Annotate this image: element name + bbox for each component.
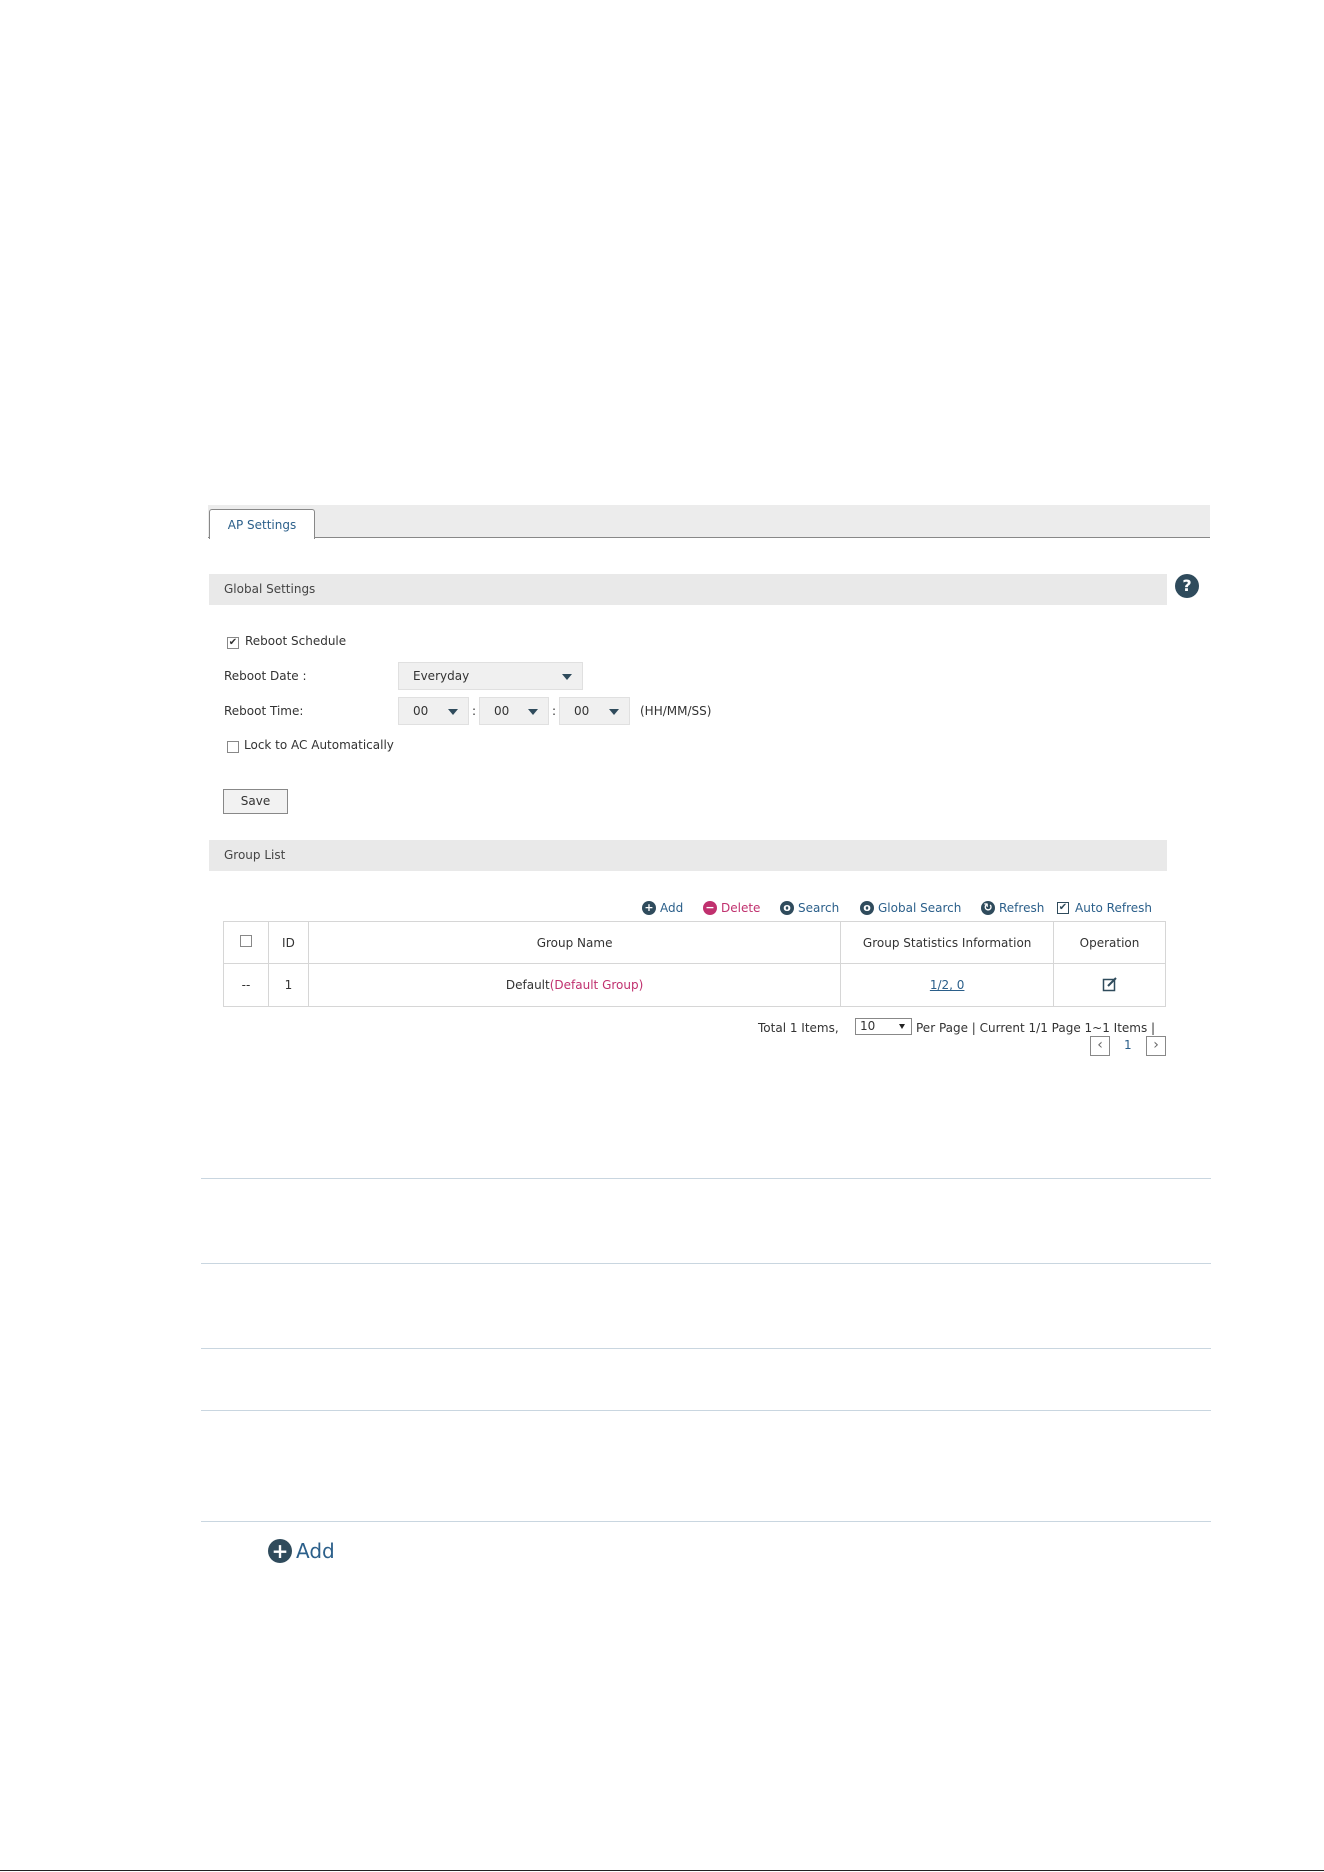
reboot-time-second-select[interactable]: 00	[559, 697, 630, 725]
row-group-name-cell: Default(Default Group)	[307, 963, 842, 1007]
global-search-icon: o	[860, 901, 874, 915]
search-button[interactable]: o Search	[780, 899, 839, 917]
reboot-time-minute-select[interactable]: 00	[479, 697, 549, 725]
reboot-time-minute-value: 00	[494, 704, 510, 718]
table-row: -- 1 Default(Default Group) 1/2, 0	[223, 963, 1166, 1007]
column-header-operation: Operation	[1053, 921, 1166, 964]
lock-to-ac-checkbox[interactable]	[227, 741, 239, 753]
reboot-date-label: Reboot Date :	[224, 669, 307, 683]
add-button[interactable]: + Add	[642, 899, 683, 917]
lock-to-ac-label: Lock to AC Automatically	[244, 738, 394, 752]
refresh-icon: ↻	[981, 901, 995, 915]
reboot-time-label: Reboot Time:	[224, 704, 304, 718]
add-large-label: Add	[296, 1539, 335, 1563]
reboot-date-select[interactable]: Everyday	[398, 662, 583, 690]
group-name: Default	[505, 978, 550, 992]
add-label: Add	[660, 901, 684, 915]
divider	[201, 1410, 1211, 1411]
chevron-down-icon	[448, 709, 458, 715]
edit-icon[interactable]	[1102, 976, 1118, 992]
group-stats-link[interactable]: 1/2, 0	[930, 978, 965, 992]
search-label: Search	[798, 901, 840, 915]
divider	[201, 1178, 1211, 1179]
plus-icon: +	[642, 901, 656, 915]
reboot-time-hour-select[interactable]: 00	[398, 697, 469, 725]
reboot-date-value: Everyday	[413, 669, 470, 683]
delete-button[interactable]: − Delete	[703, 899, 760, 917]
refresh-label: Refresh	[999, 901, 1045, 915]
row-stats-cell: 1/2, 0	[840, 963, 1055, 1007]
plus-icon: +	[268, 1539, 292, 1563]
tab-bar	[208, 505, 1210, 538]
chevron-down-icon	[609, 709, 619, 715]
search-icon: o	[780, 901, 794, 915]
reboot-time-second-value: 00	[574, 704, 590, 718]
auto-refresh-label: Auto Refresh	[1075, 901, 1152, 915]
reboot-schedule-label: Reboot Schedule	[245, 634, 347, 648]
prev-page-icon[interactable]: ‹	[1090, 1036, 1110, 1056]
chevron-down-icon	[562, 674, 572, 680]
save-button[interactable]: Save	[223, 789, 288, 814]
tab-ap-settings[interactable]: AP Settings	[209, 509, 315, 539]
help-icon[interactable]: ?	[1175, 574, 1199, 598]
current-page-number[interactable]: 1	[1124, 1038, 1132, 1052]
delete-label: Delete	[721, 901, 761, 915]
page-size-value: 10	[860, 1019, 876, 1033]
reboot-schedule-checkbox[interactable]: ✔	[227, 637, 239, 649]
select-all-checkbox[interactable]	[239, 935, 252, 947]
time-format-hint: (HH/MM/SS)	[640, 704, 712, 718]
divider	[201, 1521, 1211, 1522]
auto-refresh-checkbox[interactable]: ✔	[1057, 902, 1069, 914]
global-search-label: Global Search	[878, 901, 962, 915]
group-table: ID Group Name Group Statistics Informati…	[223, 921, 1166, 1007]
next-page-icon[interactable]: ›	[1146, 1036, 1166, 1056]
auto-refresh-toggle[interactable]: ✔ Auto Refresh	[1057, 899, 1152, 917]
chevron-down-icon	[899, 1024, 905, 1029]
time-separator: :	[472, 704, 477, 718]
global-settings-header: Global Settings	[209, 574, 1167, 605]
pager-total: Total 1 Items,	[758, 1021, 839, 1035]
row-operation-cell	[1053, 963, 1166, 1007]
reboot-time-hour-value: 00	[413, 704, 429, 718]
divider	[201, 1263, 1211, 1264]
chevron-down-icon	[528, 709, 538, 715]
group-list-header: Group List	[209, 840, 1167, 871]
column-header-group-name[interactable]: Group Name	[307, 921, 842, 964]
minus-icon: −	[703, 901, 717, 915]
table-header-row: ID Group Name Group Statistics Informati…	[223, 921, 1166, 964]
divider	[201, 1348, 1211, 1349]
refresh-button[interactable]: ↻ Refresh	[981, 899, 1044, 917]
page-bottom-line	[0, 1870, 1324, 1871]
page-size-select[interactable]: 10	[855, 1018, 912, 1035]
row-select-cell: --	[223, 963, 269, 1007]
pager-info: Per Page | Current 1/1 Page 1~1 Items |	[916, 1021, 1156, 1035]
column-header-group-stats[interactable]: Group Statistics Information	[840, 921, 1055, 964]
group-name-suffix: (Default Group)	[549, 978, 644, 992]
add-button-large[interactable]: + Add	[268, 1537, 335, 1565]
column-header-id[interactable]: ID	[267, 921, 309, 964]
time-separator: :	[552, 704, 557, 718]
global-search-button[interactable]: o Global Search	[860, 899, 961, 917]
row-id-cell: 1	[267, 963, 309, 1007]
select-all-cell	[223, 921, 269, 964]
